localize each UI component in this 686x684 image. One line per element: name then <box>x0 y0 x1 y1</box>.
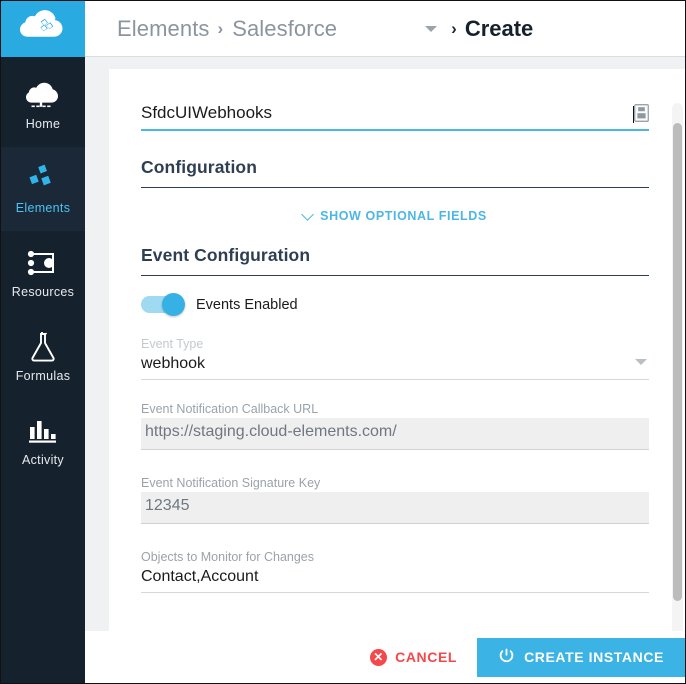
instance-name-input[interactable]: SfdcUIWebhooks <box>141 103 632 123</box>
section-divider <box>141 275 649 276</box>
callback-url-input[interactable]: https://staging.cloud-elements.com/ <box>145 421 645 443</box>
callback-url-input-wrap[interactable]: https://staging.cloud-elements.com/ <box>141 418 649 450</box>
breadcrumb-separator-1: › <box>217 18 224 38</box>
app-logo[interactable] <box>1 1 85 57</box>
toggle-knob <box>162 293 185 316</box>
field-label: Event Type <box>141 337 204 351</box>
close-circle-icon: ✕ <box>370 648 388 666</box>
bar-chart-icon <box>26 416 60 446</box>
cloud-home-icon <box>26 80 60 110</box>
field-label: Objects to Monitor for Changes <box>141 550 314 564</box>
field-label: Event Notification Signature Key <box>141 476 321 490</box>
sidebar-item-formulas[interactable]: Formulas <box>1 315 85 399</box>
breadcrumb-current: Create <box>464 15 534 41</box>
sidebar-item-label: Formulas <box>15 368 71 383</box>
cancel-button[interactable]: ✕ CANCEL <box>370 648 458 666</box>
create-instance-card: SfdcUIWebhooks Configuration SHOW OPTION… <box>109 69 685 683</box>
cloud-elements-logo-icon <box>20 9 66 50</box>
events-enabled-toggle[interactable] <box>141 293 185 316</box>
section-heading: Event Configuration <box>141 245 311 265</box>
footer-actions: ✕ CANCEL CREATE INSTANCE <box>85 631 685 683</box>
instance-name-field[interactable]: SfdcUIWebhooks <box>141 103 649 131</box>
show-optional-fields-button[interactable]: SHOW OPTIONAL FIELDS <box>141 207 649 223</box>
sidebar-item-label: Resources <box>11 284 75 299</box>
objects-to-monitor-field[interactable]: Objects to Monitor for Changes Contact,A… <box>141 550 649 593</box>
show-optional-fields-label: SHOW OPTIONAL FIELDS <box>320 209 487 223</box>
configuration-section: Configuration <box>141 157 649 188</box>
objects-to-monitor-input[interactable]: Contact,Account <box>141 566 649 592</box>
chevron-down-icon[interactable] <box>425 25 438 32</box>
event-configuration-section: Event Configuration <box>141 245 649 276</box>
sidebar-item-label: Activity <box>22 452 64 467</box>
sidebar-item-resources[interactable]: Resources <box>1 231 85 315</box>
cancel-label: CANCEL <box>395 649 458 665</box>
section-divider <box>141 187 649 188</box>
sidebar-item-elements[interactable]: Elements <box>1 147 85 231</box>
sidebar-item-home[interactable]: Home <box>1 63 85 147</box>
create-instance-button[interactable]: CREATE INSTANCE <box>477 637 685 677</box>
chevron-down-icon <box>301 207 315 221</box>
section-heading: Configuration <box>141 157 257 177</box>
scrollbar-thumb[interactable] <box>673 123 682 601</box>
events-enabled-label: Events Enabled <box>196 296 298 313</box>
elements-blocks-icon <box>26 164 60 194</box>
sidebar-item-label: Elements <box>15 200 71 215</box>
callback-url-field[interactable]: Event Notification Callback URL https://… <box>141 402 649 450</box>
event-type-value[interactable]: webhook <box>141 353 649 379</box>
signature-key-field[interactable]: Event Notification Signature Key 12345 <box>141 476 649 524</box>
event-type-field[interactable]: Event Type webhook <box>141 337 649 380</box>
create-instance-label: CREATE INSTANCE <box>524 649 664 665</box>
flask-icon <box>26 331 60 362</box>
breadcrumb-root[interactable]: Elements <box>117 16 210 42</box>
power-icon <box>499 648 514 667</box>
field-label: Event Notification Callback URL <box>141 402 319 416</box>
resources-nodes-icon <box>26 248 60 278</box>
breadcrumb-element[interactable]: Salesforce <box>232 16 337 42</box>
breadcrumb-separator-2: › <box>451 18 457 38</box>
chevron-down-icon[interactable] <box>635 359 647 365</box>
save-document-icon[interactable] <box>634 104 649 122</box>
create-instance-form: SfdcUIWebhooks Configuration SHOW OPTION… <box>109 69 685 683</box>
app-window: Elements › Salesforce › Create Home Elem… <box>0 0 686 684</box>
sidebar-nav: Home Elements Resources Formulas Activit… <box>1 57 85 683</box>
page-body: SfdcUIWebhooks Configuration SHOW OPTION… <box>85 57 685 683</box>
events-enabled-row[interactable]: Events Enabled <box>141 293 649 316</box>
sidebar-item-activity[interactable]: Activity <box>1 399 85 483</box>
sidebar-item-label: Home <box>25 116 61 131</box>
signature-key-input[interactable]: 12345 <box>145 495 645 517</box>
form-scrollbar[interactable] <box>672 103 683 659</box>
signature-key-input-wrap[interactable]: 12345 <box>141 492 649 524</box>
breadcrumb-bar: Elements › Salesforce › Create <box>85 1 685 57</box>
